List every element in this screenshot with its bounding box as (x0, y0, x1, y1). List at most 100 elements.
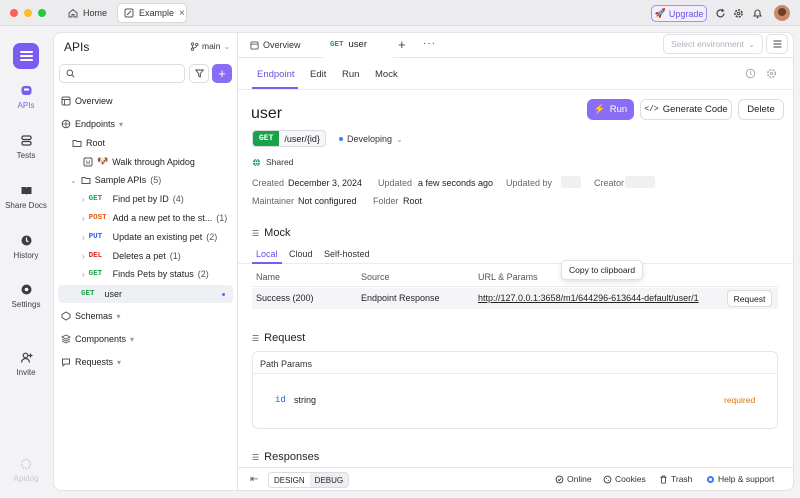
sidebar-item-components[interactable]: Components ▾ (61, 334, 134, 344)
tab-home-label: Home (83, 8, 108, 18)
caret-down-icon: ▾ (116, 311, 121, 321)
environment-menu-button[interactable] (766, 34, 788, 54)
mock-tab-active-indicator (252, 262, 282, 264)
sidebar-item-requests[interactable]: Requests ▾ (61, 357, 121, 367)
subtab-divider (238, 89, 793, 90)
tab-example[interactable]: Example × (117, 3, 187, 23)
bell-icon[interactable] (751, 7, 763, 19)
generate-code-button[interactable]: </> Generate Code (640, 99, 732, 120)
footer-divider (237, 467, 794, 468)
maintainer-value[interactable]: Not configured (298, 196, 357, 206)
environment-select[interactable]: Select environment ⌄ (663, 34, 763, 54)
tab-user[interactable]: GET user (323, 33, 393, 58)
rail-item-invite[interactable]: Invite (0, 351, 52, 377)
cookies-button[interactable]: Cookies (603, 474, 646, 484)
sidebar-item-components-label: Components (75, 334, 127, 344)
sidebar-endpoint-3[interactable]: › DEL Deletes a pet (1) (82, 251, 181, 261)
responses-section-title[interactable]: ☰ Responses (252, 451, 319, 463)
history-action-icon[interactable] (745, 68, 756, 79)
status-dot (222, 292, 225, 296)
avatar[interactable] (774, 5, 790, 21)
sidebar-item-endpoints[interactable]: Endpoints ▾ (61, 119, 123, 129)
mock-tab-cloud[interactable]: Cloud (289, 249, 313, 259)
chevron-down-icon: ⌄ (396, 134, 403, 144)
more-tabs-button[interactable]: ··· (423, 38, 436, 49)
new-tab-button[interactable]: + (398, 37, 406, 52)
upgrade-button[interactable]: 🚀 Upgrade (651, 5, 707, 22)
chevron-right-icon: › (82, 269, 85, 279)
tab-home[interactable]: Home (62, 3, 112, 23)
rail-item-share-docs-label: Share Docs (5, 201, 47, 210)
requests-icon (61, 357, 71, 367)
delete-button[interactable]: Delete (738, 99, 784, 120)
updated-by-label: Updated by (506, 178, 553, 188)
tab-overview-label: Overview (263, 40, 301, 50)
sidebar-item-schemas-label: Schemas (75, 311, 113, 321)
invite-icon (20, 351, 33, 364)
status-select[interactable]: Developing ⌄ (339, 134, 403, 144)
close-window-button[interactable] (10, 9, 18, 17)
online-status[interactable]: Online (555, 474, 592, 484)
refresh-icon[interactable] (714, 7, 726, 19)
settings-icon (20, 283, 33, 296)
copy-tooltip: Copy to clipboard (561, 260, 644, 280)
mode-design[interactable]: DESIGN (269, 473, 310, 487)
help-support-button[interactable]: Help & support (706, 474, 774, 484)
minimize-window-button[interactable] (24, 9, 32, 17)
settings-action-icon[interactable] (766, 68, 777, 79)
mock-tab-local[interactable]: Local (256, 249, 278, 259)
mock-tab-self-hosted[interactable]: Self-hosted (324, 249, 370, 259)
maximize-window-button[interactable] (38, 9, 46, 17)
endpoint-title: user (251, 105, 283, 122)
rail-item-history[interactable]: History (0, 234, 52, 260)
mock-section-title[interactable]: ☰ Mock (252, 227, 290, 239)
search-input[interactable] (59, 64, 185, 83)
request-button[interactable]: Request (727, 290, 772, 307)
sidebar-item-walkthrough[interactable]: M 🐶 Walk through Apidog (83, 156, 195, 167)
rail-item-settings[interactable]: Settings (0, 283, 52, 309)
subtab-endpoint[interactable]: Endpoint (257, 69, 295, 80)
mock-url-link[interactable]: http://127.0.0.1:3658/m1/644296-613644-d… (478, 293, 716, 303)
sidebar-endpoint-2[interactable]: › PUT Update an existing pet (2) (82, 232, 217, 242)
folder-value: Root (403, 196, 423, 206)
filter-button[interactable] (189, 64, 209, 83)
sidebar-endpoint-1[interactable]: › POST Add a new pet to the st... (1) (82, 213, 227, 223)
mode-debug[interactable]: DEBUG (309, 473, 349, 487)
rail-item-share-docs[interactable]: Share Docs (0, 184, 52, 210)
request-section-title[interactable]: ☰ Request (252, 332, 305, 344)
trash-label: Trash (671, 474, 693, 484)
gear-icon[interactable] (732, 7, 744, 19)
mode-switch[interactable]: DESIGN DEBUG (268, 472, 350, 488)
chevron-right-icon: › (82, 194, 85, 204)
sidebar-folder-sample-apis[interactable]: ⌄ Sample APIs (5) (70, 175, 161, 185)
add-button[interactable]: + (212, 64, 232, 83)
close-tab-icon[interactable]: × (179, 8, 185, 19)
param-required-badge: required (724, 395, 756, 405)
column-source: Source (361, 272, 390, 282)
subtab-edit[interactable]: Edit (310, 69, 326, 80)
branch-selector[interactable]: main ⌄ (190, 41, 230, 51)
sidebar-item-schemas[interactable]: Schemas ▾ (61, 311, 121, 321)
subtab-mock[interactable]: Mock (375, 69, 398, 80)
trash-button[interactable]: Trash (659, 474, 692, 484)
root-folder-icon (72, 138, 82, 148)
tab-overview[interactable]: Overview (250, 40, 301, 50)
subtab-run[interactable]: Run (342, 69, 359, 80)
brand-watermark: Apidog (0, 458, 52, 483)
method-badge: DEL (88, 252, 103, 260)
rail-item-apis[interactable]: APIs (0, 84, 52, 110)
rocket-icon: 🚀 (654, 8, 666, 18)
endpoint-name: Update an existing pet (112, 232, 203, 242)
sidebar-item-active[interactable]: GET user (58, 285, 233, 303)
rail-item-tests[interactable]: Tests (0, 134, 52, 160)
sidebar-item-root[interactable]: Root (72, 138, 105, 148)
column-name: Name (256, 272, 281, 282)
sidebar-endpoint-4[interactable]: › GET Finds Pets by status (2) (82, 269, 209, 279)
home-icon (68, 8, 78, 18)
method-badge: GET (253, 131, 280, 146)
collapse-sidebar-icon[interactable]: ⇤ (250, 474, 258, 485)
sidebar-endpoint-0[interactable]: › GET Find pet by ID (4) (82, 194, 184, 204)
run-button[interactable]: ⚡ Run (587, 99, 634, 120)
method-path-pill: GET /user/{id} (252, 130, 326, 147)
sidebar-item-overview[interactable]: Overview (61, 96, 113, 106)
